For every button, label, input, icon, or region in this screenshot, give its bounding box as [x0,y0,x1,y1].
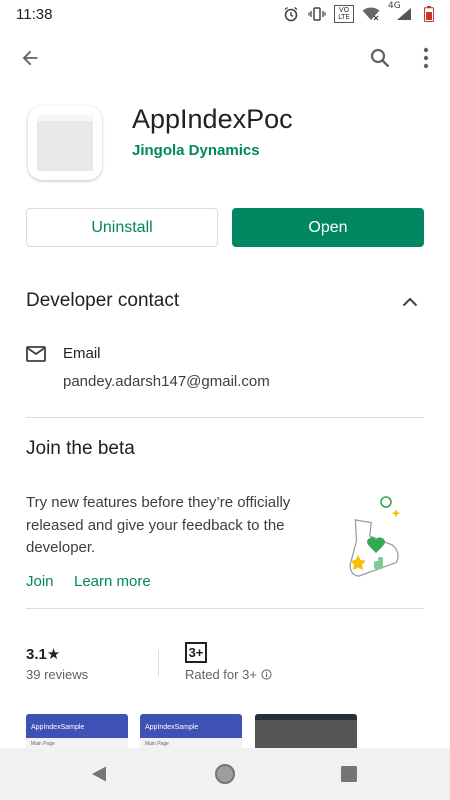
content-rating[interactable]: Rated for 3+ [185,667,272,682]
screenshot-app-bar: AppIndexSample [26,714,128,738]
beta-flask-icon [349,496,401,577]
open-button[interactable]: Open [232,208,424,247]
lte-label: VO LTE [334,5,354,23]
network-type-label: 4G [388,1,401,11]
status-time: 11:38 [16,5,53,23]
stats-divider [158,650,159,676]
more-options-button[interactable] [404,36,448,80]
screenshot-top [255,714,357,720]
developer-link[interactable]: Jingola Dynamics [132,142,260,159]
wifi-icon [362,5,380,23]
navigation-bar [0,748,450,800]
screenshot-app-title: AppIndexSample [145,724,199,731]
app-icon [28,106,102,180]
content-rating-badge: 3+ [185,642,207,663]
join-beta-link[interactable]: Join [26,573,54,590]
back-arrow-icon [22,50,38,66]
content-rating-label: Rated for 3+ [185,667,257,682]
vibrate-icon [308,5,326,23]
toolbar [0,36,450,80]
screenshot-app-bar: AppIndexSample [140,714,242,738]
app-title: AppIndexPoc [132,104,293,134]
email-address-link[interactable]: pandey.adarsh147@gmail.com [63,373,270,390]
nav-back-icon [92,766,106,782]
learn-more-link[interactable]: Learn more [74,573,151,590]
beta-description: Try new features before they’re official… [26,494,291,556]
search-button[interactable] [358,36,402,80]
search-icon [370,48,390,68]
nav-home-button[interactable] [211,760,239,788]
nav-back-button[interactable] [85,760,113,788]
status-icons: VO LTE 4G [282,1,438,23]
more-vert-icon [423,47,429,69]
status-bar: 11:38 VO LTE 4G [0,0,450,28]
lte-icon: VO LTE [334,5,354,23]
divider [26,417,424,418]
developer-contact-title[interactable]: Developer contact [26,290,179,312]
battery-icon [420,5,438,23]
back-button[interactable] [8,36,52,80]
nav-recents-button[interactable] [335,760,363,788]
nav-home-icon [215,764,235,784]
nav-recents-icon [341,766,357,782]
info-icon [261,669,272,680]
rating-value: 3.1★ [26,646,61,663]
screenshot-app-title: AppIndexSample [31,724,85,731]
email-icon [26,346,46,362]
reviews-count: 39 reviews [26,667,89,682]
collapse-button[interactable] [396,288,424,316]
uninstall-button[interactable]: Uninstall [26,208,218,247]
join-beta-title: Join the beta [26,438,135,459]
app-icon-image [37,115,93,171]
alarm-icon [282,5,300,23]
chevron-up-icon [402,297,418,307]
signal-icon: 4G [388,1,412,23]
divider [26,608,424,609]
email-label: Email [63,345,101,362]
